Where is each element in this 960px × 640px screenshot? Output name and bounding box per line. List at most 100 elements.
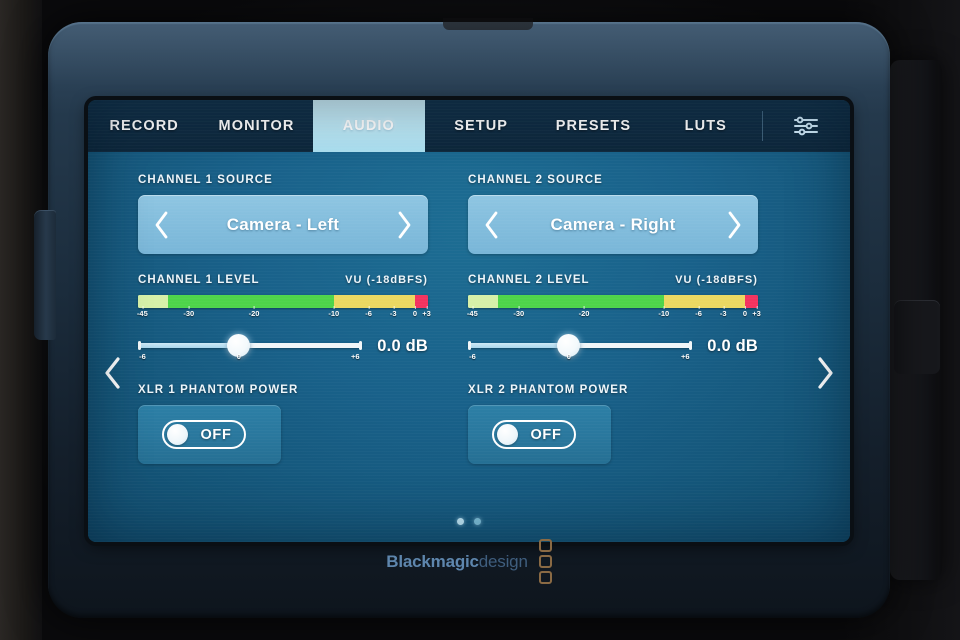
gain-max-cap [359,341,362,350]
channel-2-level-group: CHANNEL 2 LEVEL VU (-18dBFS) -45 -30 -20 -1… [466,274,761,361]
channel-1-level-label: CHANNEL 1 LEVEL [138,274,260,286]
audio-settings-page: CHANNEL 1 SOURCE Camera - Left CHANNEL 1… [88,152,850,542]
brand-mark-2 [538,555,552,568]
channel-2-level-meter [468,295,758,308]
channel-2-source-next-icon[interactable] [725,210,743,240]
tab-bar: RECORD MONITOR AUDIO SETUP PRESETS LUTS [88,100,850,152]
tab-monitor[interactable]: MONITOR [200,100,312,152]
channel-2-source-value: Camera - Right [550,214,676,234]
meter-tick: -10 [328,306,340,318]
gain-center-label: 0 [566,352,571,361]
meter-segment-yellow-zone [663,295,745,308]
channel-2-vu-label: VU (-18dBFS) [675,274,758,286]
channel-1-level-meter [138,295,428,308]
brand-primary: Blackmagic [386,551,479,571]
channel-2-meter-wrap: -45 -30 -20 -10 -6 -3 0 +3 [466,295,761,324]
page-dot-1[interactable] [457,518,464,525]
channel-1-source-value: Camera - Left [226,214,340,234]
channel-1-source-group: CHANNEL 1 SOURCE Camera - Left [138,174,428,254]
page-dot-2[interactable] [474,518,481,525]
meter-tick: -6 [365,306,372,318]
meter-tick: -3 [719,306,727,318]
photo-scene: RECORD MONITOR AUDIO SETUP PRESETS LUTS [0,0,960,640]
channel-2-gain-row: -6 0 +6 0.0 dB [468,331,758,361]
channel-2-source-selector[interactable]: Camera - Right [468,195,758,254]
channel-1-source-next-icon[interactable] [395,210,413,240]
meter-tick: -45 [466,306,478,318]
meter-tick: -10 [658,306,670,318]
page-indicator-dots [88,518,850,525]
tab-audio[interactable]: AUDIO [312,100,425,152]
tab-presets[interactable]: PRESETS [537,100,649,152]
meter-tick: -20 [578,306,590,318]
lcd-screen: RECORD MONITOR AUDIO SETUP PRESETS LUTS [88,100,850,542]
brand-secondary: design [478,551,528,571]
gain-min-cap [468,341,471,350]
meter-tick: 0 [412,306,418,318]
xlr-2-phantom-state: OFF [530,426,562,443]
meter-segment-green-zone [498,295,664,308]
channel-2-source-label: CHANNEL 2 SOURCE [468,174,603,186]
meter-segment-yellow-zone [333,295,415,308]
gain-track-fill [468,343,569,348]
brand-wordmark: Blackmagicdesign [386,551,528,572]
camera-top-notch [443,18,533,30]
brand-mark-3 [538,571,552,584]
channel-1-level-group: CHANNEL 1 LEVEL VU (-18dBFS) -45 -30 -20 -1… [136,274,431,361]
xlr-1-phantom-toggle[interactable]: OFF [162,420,246,449]
channel-2-gain-slider[interactable]: -6 0 +6 [468,331,692,361]
xlr-2-phantom-label: XLR 2 PHANTOM POWER [468,384,629,396]
channel-2-level-label: CHANNEL 2 LEVEL [468,274,590,286]
xlr-2-phantom-panel[interactable]: OFF [468,405,611,464]
camera-side-latch[interactable] [34,210,56,340]
gain-center-label: 0 [236,352,241,361]
channel-2-meter-scale: -45 -30 -20 -10 -6 -3 0 +3 [466,306,761,324]
channel-2-source-prev-icon[interactable] [483,210,501,240]
xlr-1-phantom-state: OFF [200,426,232,443]
xlr-1-phantom-panel[interactable]: OFF [138,405,281,464]
gain-min-label: -6 [469,352,476,361]
channel-2-source-group: CHANNEL 2 SOURCE Camera - Right [468,174,758,254]
gain-track-fill [138,343,239,348]
gain-min-cap [138,341,141,350]
meter-tick: -30 [183,306,195,318]
gain-max-label: +6 [350,352,360,361]
channel-1-source-prev-icon[interactable] [153,210,171,240]
camera-body: RECORD MONITOR AUDIO SETUP PRESETS LUTS [34,18,890,618]
meter-tick: +3 [422,306,431,318]
channel-1-gain-row: -6 0 +6 0.0 dB [138,331,428,361]
meter-tick: -3 [389,306,397,318]
tab-record[interactable]: RECORD [88,100,200,152]
meter-segment-green-zone [168,295,334,308]
chevron-left-icon[interactable] [96,350,130,396]
channel-1-meter-wrap: -45 -30 -20 -10 -6 -3 0 +3 [136,295,431,324]
channel-1-gain-slider[interactable]: -6 0 +6 [138,331,362,361]
channel-1-gain-value: 0.0 dB [377,336,428,355]
gain-max-label: +6 [680,352,690,361]
meter-tick: -20 [248,306,260,318]
chevron-right-icon[interactable] [808,350,842,396]
toggle-knob-icon [167,424,188,445]
brand-mark-1 [538,539,552,552]
gain-min-label: -6 [139,352,146,361]
gain-max-cap [689,341,692,350]
brand-marks-icon [538,539,552,584]
sliders-icon[interactable] [761,111,850,141]
channel-1-meter-scale: -45 -30 -20 -10 -6 -3 0 +3 [136,306,431,324]
meter-tick: 0 [742,306,748,318]
xlr-1-phantom-label: XLR 1 PHANTOM POWER [138,384,299,396]
toggle-knob-icon [497,424,518,445]
meter-tick: +3 [752,306,761,318]
meter-tick: -45 [136,306,148,318]
camera-rear-port [894,300,940,374]
tab-luts[interactable]: LUTS [650,100,762,152]
tab-setup[interactable]: SETUP [425,100,537,152]
meter-tick: -30 [513,306,525,318]
brand-logo: Blackmagicdesign [48,539,890,584]
channel-1-vu-label: VU (-18dBFS) [345,274,428,286]
meter-tick: -6 [695,306,702,318]
xlr-2-phantom-toggle[interactable]: OFF [492,420,576,449]
channel-2-phantom-group: XLR 2 PHANTOM POWER OFF [468,384,758,464]
channel-1-source-selector[interactable]: Camera - Left [138,195,428,254]
channel-2-gain-value: 0.0 dB [707,336,758,355]
